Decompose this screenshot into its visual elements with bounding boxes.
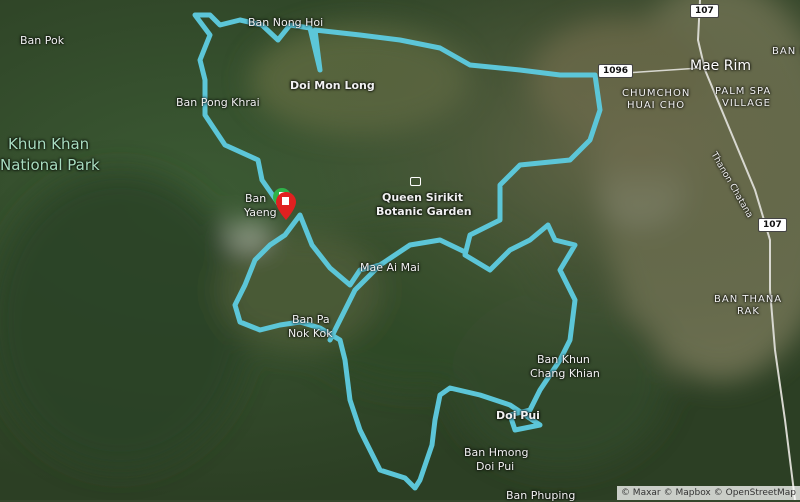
road-shield-1096: 1096 (598, 64, 634, 78)
road-shield-107-top: 107 (690, 4, 719, 18)
attribution-osm[interactable]: © OpenStreetMap (714, 488, 796, 498)
road-shield-107-right: 107 (758, 218, 787, 232)
map-canvas[interactable] (0, 0, 800, 500)
attribution-maxar[interactable]: © Maxar (621, 488, 661, 498)
attribution-mapbox[interactable]: © Mapbox (664, 488, 711, 498)
map-attribution: © Maxar © Mapbox © OpenStreetMap (616, 486, 800, 500)
camera-icon (410, 177, 421, 186)
